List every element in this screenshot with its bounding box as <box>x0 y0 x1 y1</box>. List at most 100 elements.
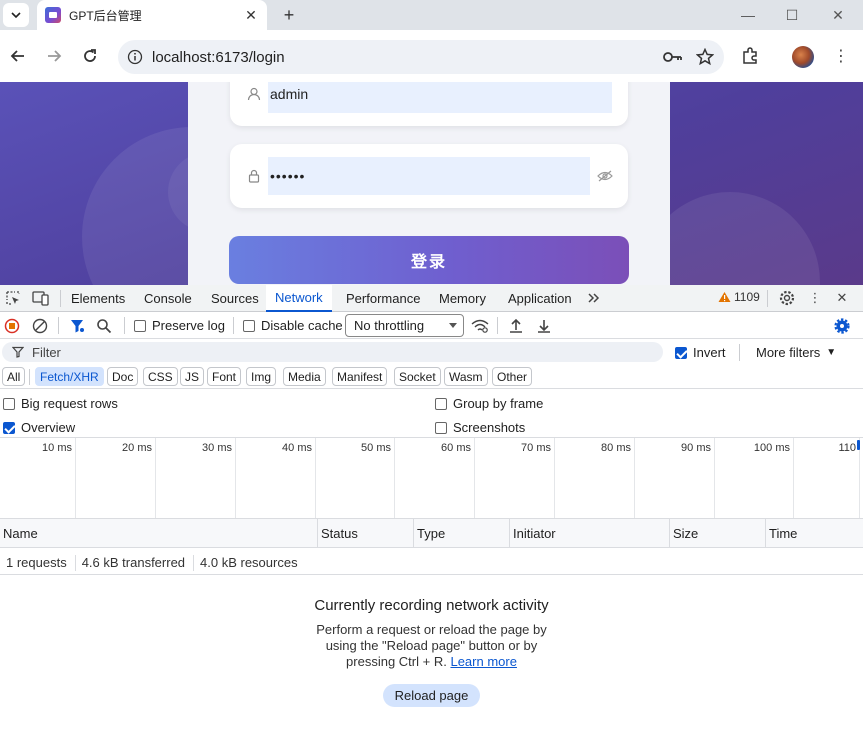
forward-icon[interactable] <box>42 44 66 68</box>
bookmark-star-icon[interactable] <box>692 44 718 70</box>
type-filter-font[interactable]: Font <box>207 367 242 386</box>
timeline-tick: 10 ms <box>0 438 76 518</box>
type-filter-js[interactable]: JS <box>180 367 205 386</box>
timeline-tick: 30 ms <box>156 438 236 518</box>
address-bar[interactable]: localhost:6173/login <box>118 40 724 74</box>
eye-hidden-icon[interactable] <box>596 167 614 185</box>
tab-search-button[interactable] <box>3 3 29 27</box>
record-stop-icon[interactable] <box>2 316 22 336</box>
tab-performance[interactable]: Performance <box>339 285 427 312</box>
password-input[interactable] <box>268 157 590 195</box>
checkbox-box[interactable] <box>134 319 146 332</box>
screenshots-checkbox[interactable]: Screenshots <box>435 420 525 435</box>
column-size[interactable]: Size <box>669 519 765 548</box>
checkbox-box[interactable] <box>435 421 447 434</box>
checkbox-box[interactable] <box>243 319 255 332</box>
reload-page-button[interactable]: Reload page <box>382 684 481 707</box>
column-initiator[interactable]: Initiator <box>509 519 669 548</box>
page-viewport: 登录 <box>0 82 863 285</box>
throttling-select[interactable]: No throttling <box>345 314 464 337</box>
type-filter-media[interactable]: Media <box>283 367 326 386</box>
tab-network[interactable]: Network <box>266 285 332 312</box>
devtools-panel: Elements Console Sources Network Perform… <box>0 285 863 733</box>
timeline-tick: 90 ms <box>635 438 715 518</box>
timeline-scrubber-handle[interactable] <box>857 440 860 450</box>
network-conditions-icon[interactable] <box>470 316 490 336</box>
disable-cache-label: Disable cache <box>261 318 343 333</box>
search-icon[interactable] <box>94 316 114 336</box>
back-icon[interactable] <box>6 44 30 68</box>
checkbox-box[interactable] <box>3 421 15 434</box>
tab-sources[interactable]: Sources <box>204 285 266 312</box>
divider <box>739 344 740 361</box>
type-filter-fetch-xhr[interactable]: Fetch/XHR <box>35 367 104 386</box>
profile-avatar[interactable] <box>792 46 814 68</box>
type-filter-img[interactable]: Img <box>246 367 277 386</box>
requests-table-header: Name Status Type Initiator Size Time <box>0 519 863 548</box>
username-field <box>230 82 628 126</box>
filter-input[interactable]: Filter <box>2 342 663 362</box>
type-filter-manifest[interactable]: Manifest <box>332 367 388 386</box>
inspect-element-icon[interactable] <box>3 289 23 307</box>
more-tabs-icon[interactable] <box>584 289 604 307</box>
import-har-icon[interactable] <box>506 316 526 336</box>
invert-checkbox[interactable]: Invert <box>675 345 726 360</box>
column-type[interactable]: Type <box>413 519 509 548</box>
checkbox-box[interactable] <box>3 397 15 410</box>
tab-console[interactable]: Console <box>137 285 199 312</box>
tab-application[interactable]: Application <box>501 285 579 312</box>
close-devtools-icon[interactable]: ✕ <box>832 289 852 307</box>
type-filter-doc[interactable]: Doc <box>107 367 139 386</box>
login-button[interactable]: 登录 <box>229 236 629 284</box>
username-input[interactable] <box>268 82 612 113</box>
export-har-icon[interactable] <box>534 316 554 336</box>
type-filter-wasm[interactable]: Wasm <box>444 367 488 386</box>
overview-checkbox[interactable]: Overview <box>3 420 75 435</box>
timeline-tick: 60 ms <box>395 438 475 518</box>
maximize-icon[interactable]: ☐ <box>781 5 803 25</box>
new-tab-button[interactable]: + <box>278 4 300 26</box>
minimize-icon[interactable]: — <box>737 5 759 25</box>
overview-label: Overview <box>21 420 76 435</box>
browser-menu-icon[interactable]: ⋮ <box>832 44 850 68</box>
dropdown-caret-icon <box>449 323 457 328</box>
settings-gear-icon[interactable] <box>777 289 797 307</box>
checkbox-box[interactable] <box>675 346 687 359</box>
tab-elements[interactable]: Elements <box>64 285 132 312</box>
checkbox-box[interactable] <box>435 397 447 410</box>
column-status[interactable]: Status <box>317 519 413 548</box>
device-toolbar-icon[interactable] <box>31 289 51 307</box>
devtools-tab-bar: Elements Console Sources Network Perform… <box>0 285 863 312</box>
close-window-icon[interactable]: ✕ <box>827 5 849 25</box>
browser-tab[interactable]: GPT后台管理 ✕ <box>37 0 267 30</box>
network-settings-gear-icon[interactable] <box>832 316 852 336</box>
big-request-rows-checkbox[interactable]: Big request rows <box>3 396 118 411</box>
disable-cache-checkbox[interactable]: Disable cache <box>243 318 343 333</box>
column-name[interactable]: Name <box>0 519 317 548</box>
type-filter-css[interactable]: CSS <box>143 367 178 386</box>
tab-memory[interactable]: Memory <box>432 285 493 312</box>
summary-resources: 4.0 kB resources <box>200 555 298 570</box>
preserve-log-checkbox[interactable]: Preserve log <box>134 318 225 333</box>
type-filter-all[interactable]: All <box>2 367 26 386</box>
learn-more-link[interactable]: Learn more <box>450 654 516 669</box>
reload-icon[interactable] <box>78 44 102 68</box>
issues-counter[interactable]: 1109 <box>718 290 760 304</box>
login-card: 登录 <box>188 82 670 285</box>
more-filters-dropdown[interactable]: More filters ▼ <box>756 345 836 360</box>
type-filter-other[interactable]: Other <box>492 367 533 386</box>
network-overview-timeline[interactable]: 10 ms 20 ms 30 ms 40 ms 50 ms 60 ms 70 m… <box>0 438 863 519</box>
type-filter-socket[interactable]: Socket <box>394 367 441 386</box>
filter-funnel-icon[interactable] <box>67 316 87 336</box>
devtools-menu-icon[interactable]: ⋮ <box>805 289 825 307</box>
password-key-icon[interactable] <box>660 44 686 70</box>
timeline-tick: 80 ms <box>555 438 635 518</box>
clear-icon[interactable] <box>30 316 50 336</box>
column-time[interactable]: Time <box>765 519 863 548</box>
group-by-frame-checkbox[interactable]: Group by frame <box>435 396 543 411</box>
site-info-icon[interactable] <box>122 44 148 70</box>
close-tab-icon[interactable]: ✕ <box>241 5 261 25</box>
chevron-down-icon <box>11 12 21 19</box>
big-request-rows-label: Big request rows <box>21 396 118 411</box>
extensions-icon[interactable] <box>738 44 762 68</box>
